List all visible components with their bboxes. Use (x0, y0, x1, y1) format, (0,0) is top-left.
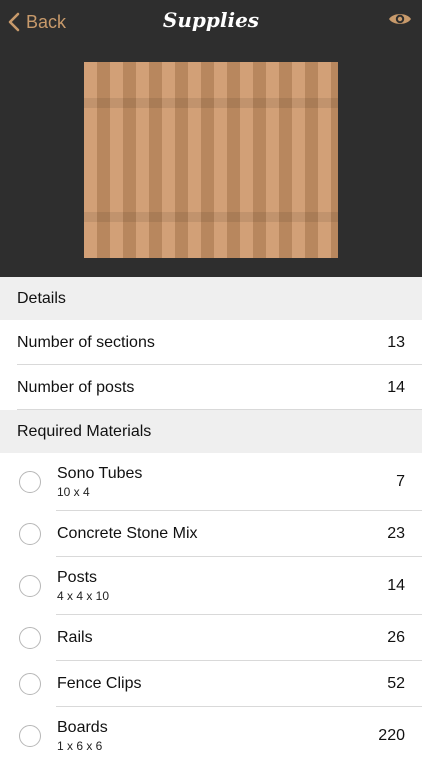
checkbox-circle-icon[interactable] (19, 523, 41, 545)
material-quantity: 52 (387, 675, 405, 692)
fence-board (175, 62, 188, 258)
material-size: 1 x 6 x 6 (57, 739, 103, 753)
material-row[interactable]: Concrete Stone Mix 23 (0, 511, 422, 557)
fence-board (188, 62, 201, 258)
fence-board (214, 62, 227, 258)
material-name: Boards (57, 719, 108, 736)
material-text: Concrete Stone Mix (57, 525, 198, 543)
navigation-bar: Back Supplies (0, 0, 422, 44)
material-size: 4 x 4 x 10 (57, 589, 110, 603)
fence-board (292, 62, 305, 258)
material-row[interactable]: Rails 26 (0, 615, 422, 661)
details-header: Details (0, 277, 422, 320)
fence-board (331, 62, 338, 258)
material-row[interactable]: Sono Tubes 10 x 4 7 (0, 453, 422, 511)
material-quantity: 220 (378, 727, 405, 744)
eye-icon[interactable] (388, 11, 412, 27)
fence-board (253, 62, 266, 258)
fence-board (149, 62, 162, 258)
material-text: Rails (57, 629, 93, 647)
material-text: Sono Tubes 10 x 4 (57, 465, 142, 499)
detail-row: Number of posts 14 (0, 365, 422, 410)
row-divider (17, 409, 422, 410)
fence-board (279, 62, 292, 258)
material-quantity: 14 (387, 577, 405, 594)
fence-board (136, 62, 149, 258)
material-text: Fence Clips (57, 675, 141, 693)
material-quantity: 26 (387, 629, 405, 646)
detail-value: 13 (387, 333, 405, 351)
fence-board (162, 62, 175, 258)
checkbox-circle-icon[interactable] (19, 575, 41, 597)
material-quantity: 23 (387, 525, 405, 542)
detail-label: Number of posts (17, 378, 135, 396)
material-name: Posts (57, 569, 98, 586)
material-row[interactable]: Fence Clips 52 (0, 661, 422, 707)
fence-board (97, 62, 110, 258)
material-name: Fence Clips (57, 675, 142, 692)
material-name: Rails (57, 629, 93, 646)
material-text: Boards 1 x 6 x 6 (57, 719, 108, 753)
material-text: Posts 4 x 4 x 10 (57, 569, 109, 603)
fence-rail (84, 98, 338, 108)
material-row[interactable]: Boards 1 x 6 x 6 220 (0, 707, 422, 765)
fence-rail (84, 212, 338, 222)
checkbox-circle-icon[interactable] (19, 673, 41, 695)
fence-illustration (84, 62, 338, 258)
fence-board (318, 62, 331, 258)
fence-board (266, 62, 279, 258)
fence-preview-area: Back Supplies (0, 0, 422, 277)
fence-board (240, 62, 253, 258)
material-name: Sono Tubes (57, 465, 143, 482)
material-name: Concrete Stone Mix (57, 525, 198, 542)
page-title: Supplies (162, 8, 260, 32)
fence-board (305, 62, 318, 258)
material-size: 10 x 4 (57, 485, 90, 499)
material-quantity: 7 (396, 473, 405, 490)
materials-header: Required Materials (0, 410, 422, 453)
detail-row: Number of sections 13 (0, 320, 422, 365)
detail-value: 14 (387, 378, 405, 396)
material-row[interactable]: Posts 4 x 4 x 10 14 (0, 557, 422, 615)
checkbox-circle-icon[interactable] (19, 471, 41, 493)
checkbox-circle-icon[interactable] (19, 725, 41, 747)
fence-board (201, 62, 214, 258)
checkbox-circle-icon[interactable] (19, 627, 41, 649)
fence-board (123, 62, 136, 258)
detail-label: Number of sections (17, 333, 155, 351)
fence-board (227, 62, 240, 258)
fence-board (84, 62, 97, 258)
fence-board (110, 62, 123, 258)
